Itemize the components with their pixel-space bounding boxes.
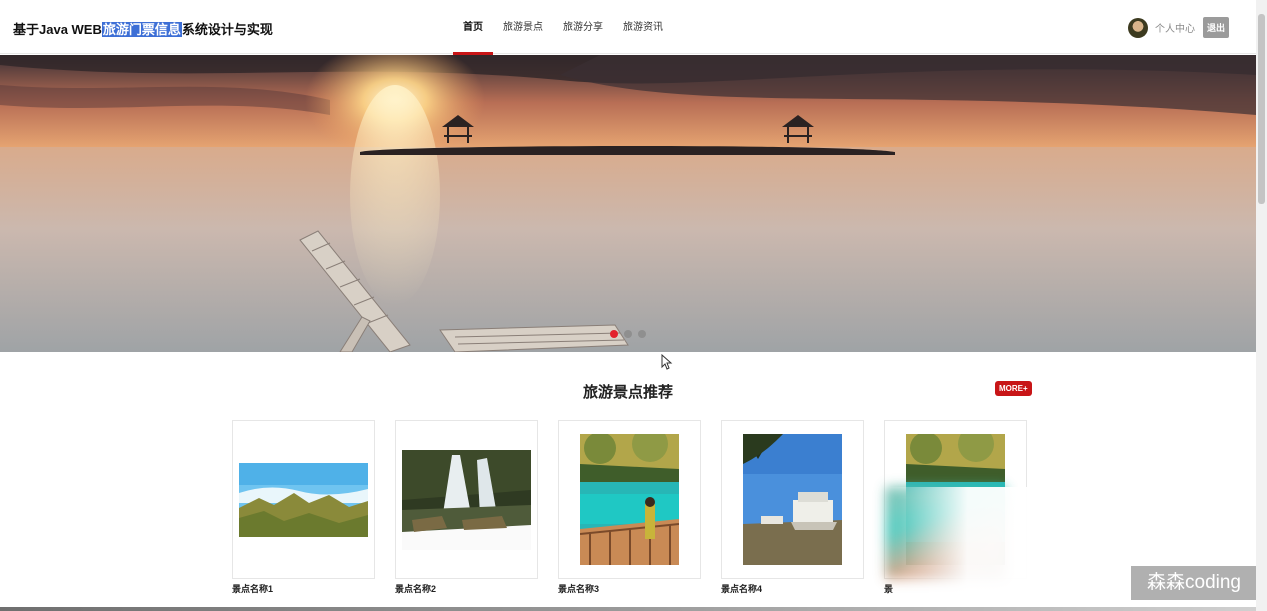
card-image-frame xyxy=(558,420,701,579)
carousel-dot-3[interactable] xyxy=(638,330,646,338)
nav-item-scenic-spots[interactable]: 旅游景点 xyxy=(493,0,553,54)
site-title-selected-text: 旅游门票信息 xyxy=(101,22,182,37)
card-name: 景点名称2 xyxy=(395,584,437,594)
card-name: 景点名称4 xyxy=(721,584,763,594)
site-title-suffix: 系统设计与实现 xyxy=(181,22,273,37)
scenic-spot-card[interactable]: 景点名称1 xyxy=(232,420,375,595)
card-name: 景点名称1 xyxy=(232,584,274,594)
marble-boat-image xyxy=(743,434,842,565)
scenic-spot-card[interactable]: 景点名称4 xyxy=(721,420,864,595)
avatar[interactable] xyxy=(1127,17,1148,38)
top-header: 基于Java WEB旅游门票信息系统设计与实现 首页 旅游景点 旅游分享 旅游资… xyxy=(0,0,1256,55)
scenic-spot-card[interactable]: 景点名称2 xyxy=(395,420,538,595)
banner-image xyxy=(0,55,1256,352)
user-area: 个人中心 退出 xyxy=(1127,17,1229,38)
blue-lake-image xyxy=(580,434,679,565)
nav-item-home[interactable]: 首页 xyxy=(453,0,493,55)
site-title-prefix: 基于Java WEB xyxy=(13,22,102,37)
mountain-landscape-image xyxy=(239,463,368,537)
scrollbar-thumb[interactable] xyxy=(1258,14,1265,204)
main-nav: 首页 旅游景点 旅游分享 旅游资讯 xyxy=(453,0,673,55)
mouse-cursor-icon xyxy=(661,354,673,370)
more-button[interactable]: MORE+ xyxy=(995,381,1032,396)
vertical-scrollbar[interactable] xyxy=(1256,0,1267,611)
card-name: 景点名称3 xyxy=(558,584,600,594)
carousel-dot-1[interactable] xyxy=(610,330,618,338)
logout-button[interactable]: 退出 xyxy=(1202,17,1229,38)
card-image-frame xyxy=(395,420,538,579)
user-center-link[interactable]: 个人中心 xyxy=(1155,20,1195,35)
bottom-edge xyxy=(0,607,1256,611)
nav-item-travel-news[interactable]: 旅游资讯 xyxy=(613,0,673,54)
watermark: 森森coding xyxy=(1131,566,1257,600)
scenic-spot-card[interactable]: 景点名称3 xyxy=(558,420,701,595)
section-title: 旅游景点推荐 xyxy=(582,384,673,401)
carousel-dot-2[interactable] xyxy=(624,330,632,338)
card-image-frame xyxy=(232,420,375,579)
banner-carousel[interactable] xyxy=(0,55,1256,352)
nav-item-travel-share[interactable]: 旅游分享 xyxy=(553,0,613,54)
site-title[interactable]: 基于Java WEB旅游门票信息系统设计与实现 xyxy=(13,19,273,38)
carousel-indicators xyxy=(610,330,646,338)
waterfall-image xyxy=(402,450,531,550)
card-image-frame xyxy=(721,420,864,579)
